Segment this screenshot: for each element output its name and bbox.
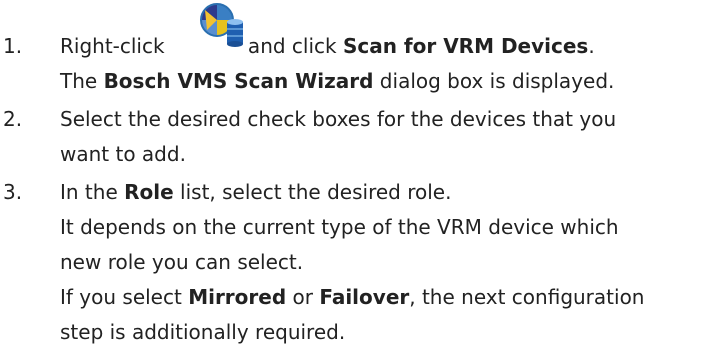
role-list-name: Role [124, 180, 174, 204]
step-number: 3. [3, 180, 23, 204]
step-1-line-2: The Bosch VMS Scan Wizard dialog box is … [60, 69, 615, 93]
vrm-device-icon [200, 3, 243, 47]
role-failover: Failover [319, 285, 410, 309]
step-3-line-3: new role you can select. [60, 250, 304, 274]
step-2-line-2: want to add. [60, 142, 186, 166]
step-3-line-4: If you select Mirrored or Failover, the … [60, 285, 645, 309]
dialog-name: Bosch VMS Scan Wizard [103, 69, 374, 93]
step-2-line-1: Select the desired check boxes for the d… [60, 107, 617, 131]
step-1-line-1: Right-click and click Scan for VRM Devic… [60, 34, 595, 58]
step-text: and click [241, 34, 343, 58]
step-number: 2. [3, 107, 23, 131]
role-mirrored: Mirrored [188, 285, 287, 309]
step-3-line-2: It depends on the current type of the VR… [60, 215, 619, 239]
step-text: Right-click [60, 34, 165, 58]
menu-command-scan-vrm: Scan for VRM Devices [342, 34, 589, 58]
step-3-line-1: In the Role list, select the desired rol… [60, 180, 452, 204]
step-number: 1. [3, 34, 23, 58]
step-3-line-5: step is additionally required. [60, 320, 346, 344]
